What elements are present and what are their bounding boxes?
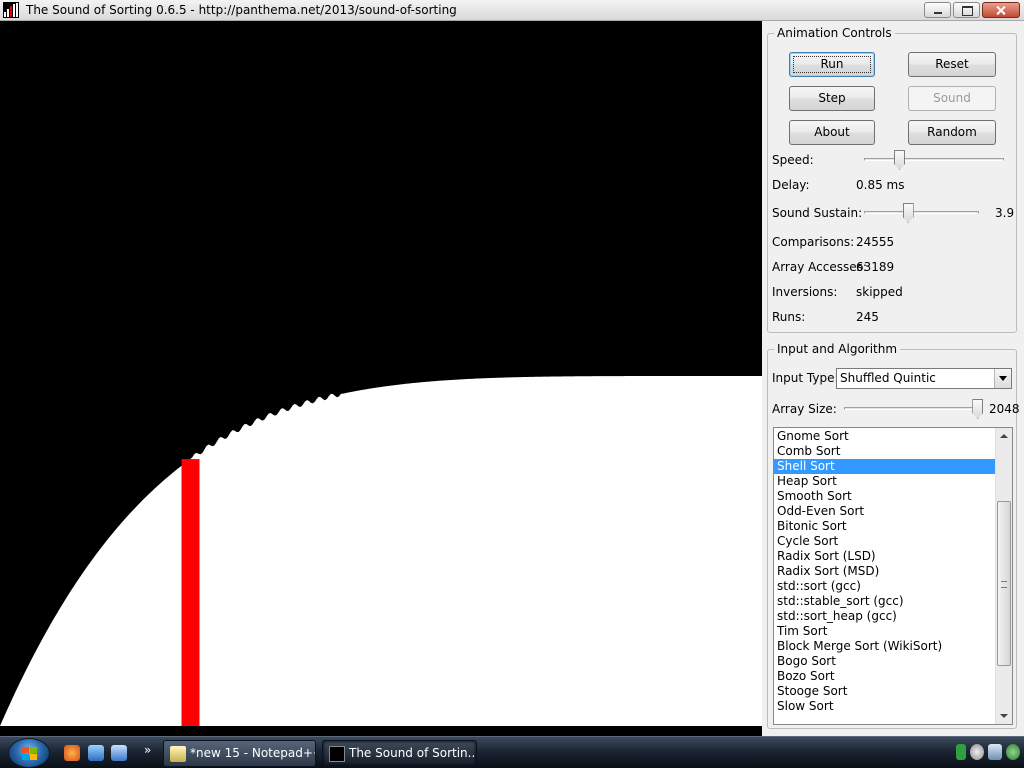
algorithm-list-item[interactable]: std::sort_heap (gcc)	[774, 609, 995, 624]
switch-windows-icon[interactable]	[111, 745, 127, 761]
animation-controls-group: Animation Controls Run Reset Step Sound …	[767, 26, 1017, 333]
delay-value: 0.85 ms	[856, 178, 905, 192]
reset-button[interactable]: Reset	[908, 52, 996, 77]
speed-label: Speed:	[772, 153, 814, 167]
messenger-icon[interactable]	[1006, 744, 1020, 760]
array-size-slider[interactable]	[844, 399, 984, 419]
array-value-bars	[0, 376, 762, 726]
tray-app-icon[interactable]	[956, 744, 966, 760]
taskbar-item-label: The Sound of Sortin...	[349, 746, 477, 760]
algorithm-list-scroll-thumb[interactable]	[997, 501, 1011, 667]
speed-slider[interactable]	[864, 150, 1004, 170]
delay-label: Delay:	[772, 178, 810, 192]
algorithm-list-item[interactable]: Slow Sort	[774, 699, 995, 714]
title-bar[interactable]: The Sound of Sorting 0.6.5 - http://pant…	[0, 0, 1024, 21]
algorithm-list-item[interactable]: Stooge Sort	[774, 684, 995, 699]
scroll-down-arrow-icon[interactable]	[996, 707, 1012, 724]
chevron-down-icon[interactable]	[994, 369, 1011, 388]
algorithm-list-item[interactable]: Smooth Sort	[774, 489, 995, 504]
algorithm-list-item[interactable]: Shell Sort	[774, 459, 995, 474]
algorithm-list-item[interactable]: Cycle Sort	[774, 534, 995, 549]
firefox-icon[interactable]	[64, 745, 80, 761]
algorithm-list-item[interactable]: Odd-Even Sort	[774, 504, 995, 519]
algorithm-list-scrollbar[interactable]	[995, 428, 1012, 724]
animation-controls-title: Animation Controls	[774, 26, 895, 40]
algorithm-list-item[interactable]: std::sort (gcc)	[774, 579, 995, 594]
show-desktop-icon[interactable]	[88, 745, 104, 761]
algorithm-list-item[interactable]: Bitonic Sort	[774, 519, 995, 534]
algorithm-list-item[interactable]: Comb Sort	[774, 444, 995, 459]
quick-launch-chevron-icon[interactable]: »	[144, 743, 151, 757]
maximize-button[interactable]	[953, 2, 980, 18]
inversions-label: Inversions:	[772, 285, 838, 299]
input-algorithm-title: Input and Algorithm	[774, 342, 901, 356]
network-icon[interactable]	[988, 744, 1002, 760]
sound-sustain-slider-thumb[interactable]	[902, 203, 914, 223]
windows-logo-icon	[22, 747, 38, 761]
input-type-label: Input Type:	[772, 371, 839, 385]
minimize-button[interactable]	[924, 2, 951, 18]
array-accesses-label: Array Accesses:	[772, 260, 867, 274]
notepad-icon	[170, 746, 186, 762]
system-tray	[956, 744, 1020, 760]
algorithm-list-item[interactable]: Bozo Sort	[774, 669, 995, 684]
algorithm-list-item[interactable]: Gnome Sort	[774, 429, 995, 444]
runs-label: Runs:	[772, 310, 806, 324]
control-panel: Animation Controls Run Reset Step Sound …	[762, 21, 1024, 736]
algorithm-list-item[interactable]: std::stable_sort (gcc)	[774, 594, 995, 609]
volume-icon[interactable]	[970, 744, 984, 760]
run-button[interactable]: Run	[789, 52, 875, 77]
array-bars	[0, 376, 762, 726]
algorithm-list-item[interactable]: Tim Sort	[774, 624, 995, 639]
array-size-slider-thumb[interactable]	[972, 399, 984, 419]
input-type-select[interactable]: Shuffled Quintic	[836, 368, 1012, 389]
sound-sustain-value: 3.9	[995, 206, 1015, 220]
taskbar-item-label: *new 15 - Notepad++	[190, 746, 316, 760]
close-button[interactable]	[982, 2, 1020, 18]
sort-visualization-canvas	[0, 21, 762, 736]
comparisons-label: Comparisons:	[772, 235, 855, 249]
sound-sustain-slider[interactable]	[864, 203, 979, 223]
input-type-value: Shuffled Quintic	[840, 371, 936, 385]
taskbar-item-notepad[interactable]: *new 15 - Notepad++	[163, 740, 316, 767]
step-button[interactable]: Step	[789, 86, 875, 111]
taskbar: » *new 15 - Notepad++ The Sound of Sorti…	[0, 736, 1024, 768]
algorithm-list-item[interactable]: Radix Sort (MSD)	[774, 564, 995, 579]
algorithm-list-item[interactable]: Block Merge Sort (WikiSort)	[774, 639, 995, 654]
runs-value: 245	[856, 310, 879, 324]
taskbar-item-sound-of-sorting[interactable]: The Sound of Sortin...	[322, 740, 477, 767]
random-button[interactable]: Random	[908, 120, 996, 145]
array-accesses-value: 63189	[856, 260, 895, 274]
algorithm-list-item[interactable]: Radix Sort (LSD)	[774, 549, 995, 564]
about-button[interactable]: About	[789, 120, 875, 145]
array-size-label: Array Size:	[772, 402, 837, 416]
algorithm-list-item[interactable]: Heap Sort	[774, 474, 995, 489]
highlighted-bar	[181, 459, 200, 726]
algorithm-list-item[interactable]: Bogo Sort	[774, 654, 995, 669]
input-algorithm-group: Input and Algorithm Input Type: Shuffled…	[767, 342, 1020, 729]
comparisons-value: 24555	[856, 235, 895, 249]
sound-of-sorting-icon	[329, 746, 345, 762]
app-icon	[3, 2, 19, 18]
inversions-value: skipped	[856, 285, 903, 299]
algorithm-list[interactable]: Gnome Sort Comb Sort Shell Sort Heap Sort Sm…	[773, 427, 1013, 725]
sound-sustain-label: Sound Sustain:	[772, 206, 863, 220]
start-button[interactable]	[8, 738, 50, 768]
speed-slider-thumb[interactable]	[894, 150, 905, 170]
scroll-up-arrow-icon[interactable]	[996, 428, 1012, 445]
sound-button[interactable]: Sound	[908, 86, 996, 111]
window-title: The Sound of Sorting 0.6.5 - http://pant…	[26, 3, 457, 17]
array-size-value: 2048	[989, 402, 1020, 416]
